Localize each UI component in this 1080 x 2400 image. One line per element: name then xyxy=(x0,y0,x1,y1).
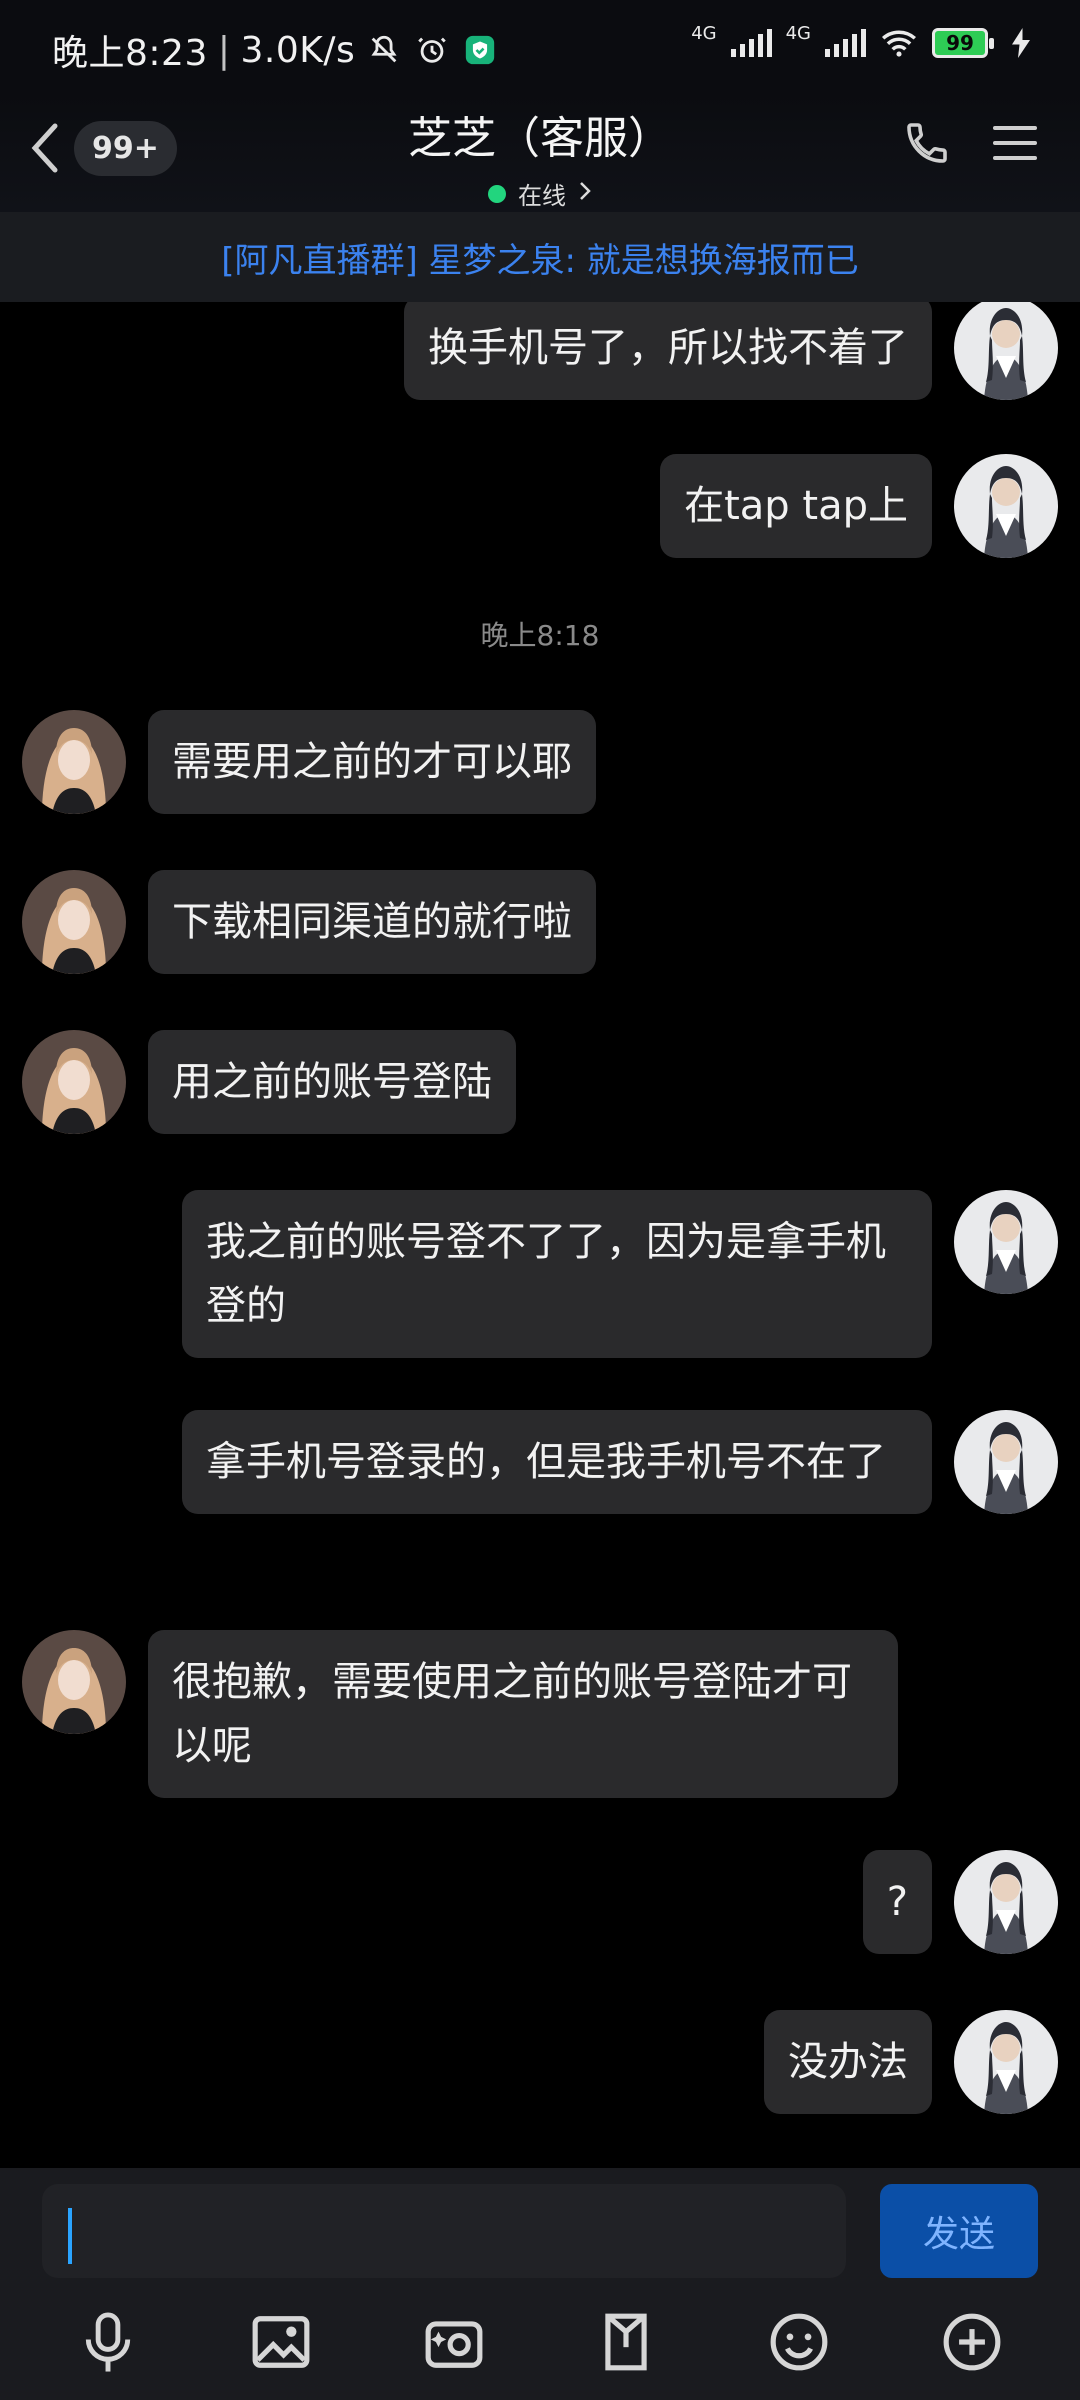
message-bubble[interactable]: 用之前的账号登陆 xyxy=(148,1030,516,1134)
text-caret xyxy=(68,2208,72,2264)
message-bubble[interactable]: 需要用之前的才可以耶 xyxy=(148,710,596,814)
message-bubble[interactable]: 在tap tap上 xyxy=(660,454,932,558)
message-incoming[interactable]: 需要用之前的才可以耶 xyxy=(22,710,618,814)
agent-avatar[interactable] xyxy=(22,1630,126,1734)
status-time: 晚上8:23 xyxy=(52,33,208,74)
my-avatar[interactable] xyxy=(954,1190,1058,1294)
announcement-text: [阿凡直播群] 星梦之泉: 就是想换海报而已 xyxy=(221,240,859,281)
status-left: 晚上8:23 | 3.0K/s xyxy=(52,24,499,76)
message-outgoing[interactable]: 换手机号了，所以找不着了 xyxy=(382,302,1058,400)
title-block[interactable]: 芝芝（客服） 在线 xyxy=(340,102,740,211)
battery-indicator: 99 xyxy=(932,28,994,58)
message-input[interactable] xyxy=(42,2184,846,2278)
presence-label: 在线 xyxy=(518,182,566,210)
chat-list[interactable]: 换手机号了，所以找不着了 在tap tap上 晚上8:18 需要用之前的才可以耶… xyxy=(0,302,1080,2168)
message-bubble[interactable]: 我之前的账号登不了了，因为是拿手机登的 xyxy=(182,1190,932,1358)
agent-avatar[interactable] xyxy=(22,710,126,814)
message-outgoing[interactable]: 没办法 xyxy=(742,2010,1058,2114)
microphone-icon[interactable] xyxy=(72,2306,144,2378)
message-bubble[interactable]: 很抱歉，需要使用之前的账号登陆才可以呢 xyxy=(148,1630,898,1798)
camera-icon[interactable] xyxy=(418,2306,490,2378)
signal-label-1: 4G xyxy=(691,22,717,44)
message-bubble[interactable]: 拿手机号登录的，但是我手机号不在了 xyxy=(182,1410,932,1514)
page-title: 芝芝（客服） xyxy=(408,113,672,164)
message-outgoing[interactable]: ? xyxy=(841,1850,1058,1954)
group-announcement[interactable]: [阿凡直播群] 星梦之泉: 就是想换海报而已 xyxy=(0,212,1080,302)
battery-level: 99 xyxy=(946,31,974,55)
back-button[interactable]: 99+ xyxy=(26,118,177,178)
wifi-icon xyxy=(880,24,918,62)
image-icon[interactable] xyxy=(245,2306,317,2378)
composer-toolbar xyxy=(0,2294,1080,2390)
emoji-icon[interactable] xyxy=(763,2306,835,2378)
my-avatar[interactable] xyxy=(954,302,1058,400)
agent-avatar[interactable] xyxy=(22,1030,126,1134)
signal-bars-1-icon xyxy=(730,29,772,57)
status-right: 4G 4G 99 xyxy=(691,22,1040,62)
file-icon[interactable] xyxy=(590,2306,662,2378)
send-button[interactable]: 发送 xyxy=(880,2184,1038,2278)
unread-badge: 99+ xyxy=(74,120,177,176)
message-outgoing[interactable]: 在tap tap上 xyxy=(638,454,1058,558)
charging-bolt-icon xyxy=(1002,24,1040,62)
menu-icon[interactable] xyxy=(988,116,1042,170)
status-bar: 晚上8:23 | 3.0K/s 4G 4G 99 xyxy=(0,0,1080,92)
my-avatar[interactable] xyxy=(954,1850,1058,1954)
mute-bell-icon xyxy=(365,31,403,69)
chat-header: 99+ 芝芝（客服） 在线 xyxy=(0,92,1080,212)
network-speed: 3.0K/s xyxy=(240,29,356,71)
message-bubble[interactable]: 下载相同渠道的就行啦 xyxy=(148,870,596,974)
phone-icon[interactable] xyxy=(900,116,954,170)
presence-status[interactable]: 在线 xyxy=(340,176,740,211)
my-avatar[interactable] xyxy=(954,2010,1058,2114)
composer: 发送 xyxy=(0,2168,1080,2400)
message-incoming[interactable]: 下载相同渠道的就行啦 xyxy=(22,870,618,974)
signal-label-2: 4G xyxy=(785,22,811,44)
message-bubble[interactable]: ? xyxy=(862,1850,932,1954)
message-incoming[interactable]: 用之前的账号登陆 xyxy=(22,1030,538,1134)
message-timestamp: 晚上8:18 xyxy=(480,619,600,652)
shield-icon xyxy=(461,31,499,69)
back-chevron-icon xyxy=(26,118,62,178)
message-outgoing[interactable]: 拿手机号登录的，但是我手机号不在了 xyxy=(160,1410,1058,1514)
message-bubble[interactable]: 换手机号了，所以找不着了 xyxy=(404,302,932,400)
signal-bars-2-icon xyxy=(825,29,866,57)
message-outgoing[interactable]: 我之前的账号登不了了，因为是拿手机登的 xyxy=(160,1190,1058,1358)
message-bubble[interactable]: 没办法 xyxy=(764,2010,932,2114)
agent-avatar[interactable] xyxy=(22,870,126,974)
chevron-right-icon xyxy=(578,180,592,208)
message-incoming[interactable]: 很抱歉，需要使用之前的账号登陆才可以呢 xyxy=(22,1630,920,1798)
alarm-icon xyxy=(413,31,451,69)
my-avatar[interactable] xyxy=(954,454,1058,558)
my-avatar[interactable] xyxy=(954,1410,1058,1514)
online-dot xyxy=(488,184,506,203)
plus-icon[interactable] xyxy=(936,2306,1008,2378)
